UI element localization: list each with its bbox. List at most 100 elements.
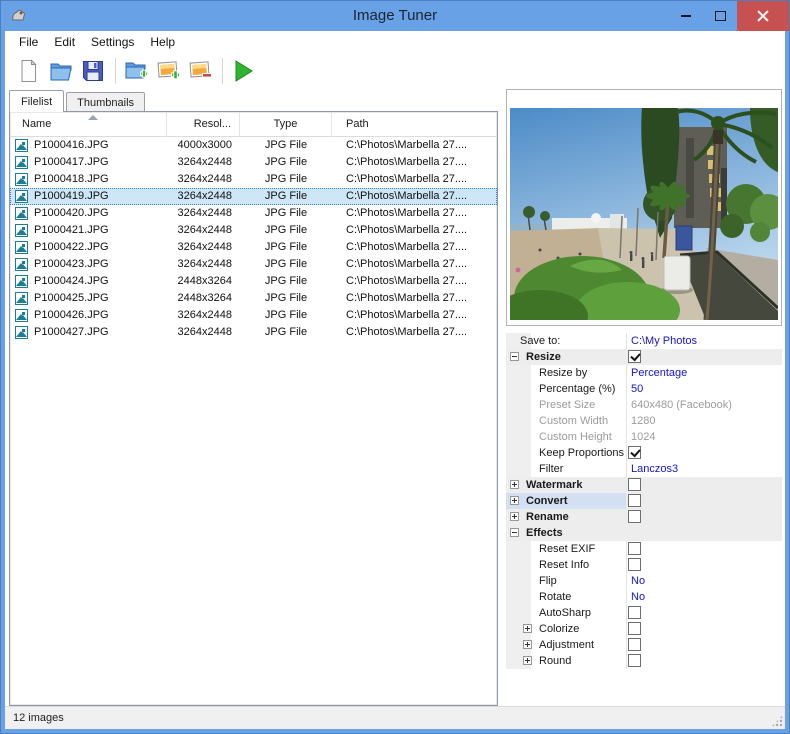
cell-name: P1000416.JPG — [10, 137, 167, 154]
checkbox[interactable] — [628, 606, 641, 619]
add-images-button[interactable] — [153, 56, 183, 86]
cell-path: C:\Photos\Marbella 27.... — [332, 205, 497, 222]
open-button[interactable] — [46, 56, 76, 86]
property-label: Save to: — [520, 333, 560, 349]
column-header-path[interactable]: Path — [332, 112, 497, 137]
property-value[interactable]: No — [631, 589, 645, 605]
table-row[interactable]: P1000423.JPG 3264x2448 JPG File C:\Photo… — [10, 256, 497, 273]
property-value[interactable]: Lanczos3 — [631, 461, 678, 477]
table-row[interactable]: P1000424.JPG 2448x3264 JPG File C:\Photo… — [10, 273, 497, 290]
expand-icon[interactable] — [510, 480, 519, 489]
table-row[interactable]: P1000422.JPG 3264x2448 JPG File C:\Photo… — [10, 239, 497, 256]
checkbox[interactable] — [628, 558, 641, 571]
property-value[interactable]: Percentage — [631, 365, 687, 381]
save-icon — [81, 59, 105, 83]
image-file-icon — [15, 292, 28, 305]
new-file-button[interactable] — [14, 56, 44, 86]
property-row[interactable]: Resize byPercentage — [506, 365, 782, 381]
process-button[interactable] — [228, 56, 258, 86]
property-value[interactable]: 1024 — [631, 429, 655, 445]
property-label: Rename — [526, 509, 569, 525]
table-row[interactable]: P1000425.JPG 2448x3264 JPG File C:\Photo… — [10, 290, 497, 307]
property-row[interactable]: FilterLanczos3 — [506, 461, 782, 477]
table-row[interactable]: P1000416.JPG 4000x3000 JPG File C:\Photo… — [10, 137, 497, 154]
property-value[interactable]: 1280 — [631, 413, 655, 429]
property-row[interactable]: Percentage (%)50 — [506, 381, 782, 397]
close-button[interactable] — [737, 1, 789, 31]
property-label: Colorize — [539, 621, 579, 637]
property-label: Effects — [526, 525, 563, 541]
table-row[interactable]: P1000426.JPG 3264x2448 JPG File C:\Photo… — [10, 307, 497, 324]
checkbox[interactable] — [628, 446, 641, 459]
table-row[interactable]: P1000420.JPG 3264x2448 JPG File C:\Photo… — [10, 205, 497, 222]
cell-type: JPG File — [240, 256, 332, 273]
property-row[interactable]: Round — [506, 653, 782, 669]
checkbox[interactable] — [628, 542, 641, 555]
property-value[interactable]: 640x480 (Facebook) — [631, 397, 732, 413]
expand-icon[interactable] — [523, 640, 532, 649]
checkbox[interactable] — [628, 350, 641, 363]
column-header-type[interactable]: Type — [240, 112, 332, 137]
table-row[interactable]: P1000417.JPG 3264x2448 JPG File C:\Photo… — [10, 154, 497, 171]
cell-name: P1000423.JPG — [10, 256, 167, 273]
propgrid-rows: Save to: C:\My PhotosResizeResize byPerce… — [506, 333, 782, 669]
menu-help[interactable]: Help — [142, 32, 183, 52]
property-row[interactable]: Watermark — [506, 477, 782, 493]
property-row[interactable]: FlipNo — [506, 573, 782, 589]
column-header-resolution[interactable]: Resol... — [167, 112, 240, 137]
property-row[interactable]: Reset EXIF — [506, 541, 782, 557]
checkbox[interactable] — [628, 510, 641, 523]
property-label: Preset Size — [539, 397, 595, 413]
property-row[interactable]: Adjustment — [506, 637, 782, 653]
checkbox[interactable] — [628, 478, 641, 491]
property-label: Adjustment — [539, 637, 594, 653]
table-row[interactable]: P1000418.JPG 3264x2448 JPG File C:\Photo… — [10, 171, 497, 188]
checkbox[interactable] — [628, 654, 641, 667]
property-row[interactable]: AutoSharp — [506, 605, 782, 621]
property-row[interactable]: Convert — [506, 493, 782, 509]
property-row[interactable]: Rename — [506, 509, 782, 525]
collapse-icon[interactable] — [510, 352, 519, 361]
property-row[interactable]: Effects — [506, 525, 782, 541]
menu-file[interactable]: File — [11, 32, 46, 52]
property-row[interactable]: Custom Width1280 — [506, 413, 782, 429]
add-folder-button[interactable] — [121, 56, 151, 86]
tab-thumbnails[interactable]: Thumbnails — [66, 92, 145, 112]
table-row[interactable]: P1000419.JPG 3264x2448 JPG File C:\Photo… — [10, 188, 497, 205]
table-row[interactable]: P1000421.JPG 3264x2448 JPG File C:\Photo… — [10, 222, 497, 239]
menu-edit[interactable]: Edit — [46, 32, 83, 52]
expand-icon[interactable] — [510, 496, 519, 505]
table-row[interactable]: P1000427.JPG 3264x2448 JPG File C:\Photo… — [10, 324, 497, 341]
remove-images-button[interactable] — [185, 56, 215, 86]
cell-path: C:\Photos\Marbella 27.... — [332, 273, 497, 290]
cell-name: P1000424.JPG — [10, 273, 167, 290]
cell-path: C:\Photos\Marbella 27.... — [332, 256, 497, 273]
cell-resolution: 3264x2448 — [167, 222, 240, 239]
checkbox[interactable] — [628, 622, 641, 635]
property-row[interactable]: Keep Proportions — [506, 445, 782, 461]
maximize-button[interactable] — [703, 1, 737, 31]
property-label: Round — [539, 653, 571, 669]
property-row[interactable]: RotateNo — [506, 589, 782, 605]
checkbox[interactable] — [628, 638, 641, 651]
save-button[interactable] — [78, 56, 108, 86]
menu-settings[interactable]: Settings — [83, 32, 142, 52]
tab-filelist[interactable]: Filelist — [9, 90, 64, 112]
expand-icon[interactable] — [523, 624, 532, 633]
property-row[interactable]: Resize — [506, 349, 782, 365]
property-row[interactable]: Reset Info — [506, 557, 782, 573]
property-value[interactable]: C:\My Photos — [631, 333, 697, 349]
property-row[interactable]: Preset Size 640x480 (Facebook) — [506, 397, 782, 413]
property-value[interactable]: No — [631, 573, 645, 589]
checkbox[interactable] — [628, 494, 641, 507]
cell-resolution: 3264x2448 — [167, 171, 240, 188]
property-row[interactable]: Custom Height1024 — [506, 429, 782, 445]
resize-grip-icon[interactable] — [771, 715, 783, 727]
property-row[interactable]: Save to: C:\My Photos — [506, 333, 782, 349]
minimize-button[interactable] — [669, 1, 703, 31]
collapse-icon[interactable] — [510, 528, 519, 537]
expand-icon[interactable] — [523, 656, 532, 665]
expand-icon[interactable] — [510, 512, 519, 521]
property-row[interactable]: Colorize — [506, 621, 782, 637]
property-value[interactable]: 50 — [631, 381, 643, 397]
